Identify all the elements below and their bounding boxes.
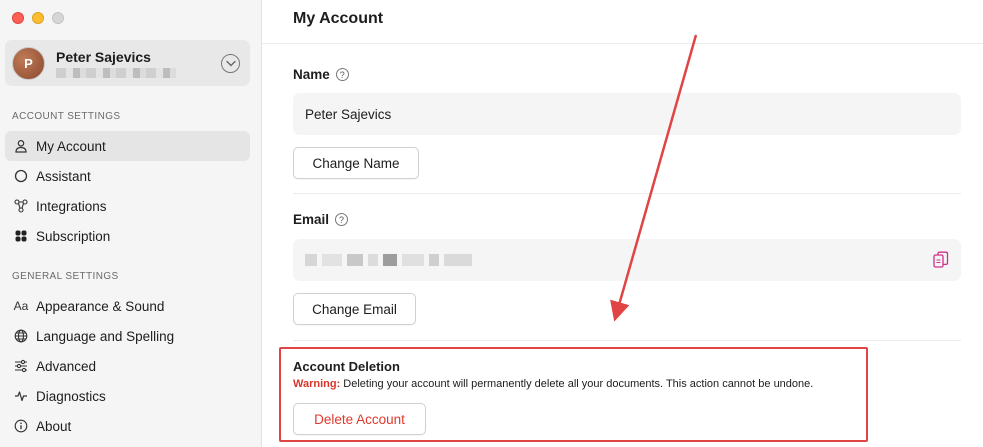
- account-settings-nav: My Account Assistant Integrations Subscr…: [5, 131, 250, 251]
- title-divider: [262, 43, 983, 44]
- name-field: Peter Sajevics: [293, 93, 961, 135]
- general-settings-nav: Aa Appearance & Sound Language and Spell…: [5, 291, 250, 441]
- deletion-warning: Warning: Deleting your account will perm…: [293, 378, 813, 390]
- text-aa-icon: Aa: [13, 299, 29, 313]
- sliders-icon: [13, 358, 29, 374]
- maximize-window-button[interactable]: [52, 12, 64, 24]
- sidebar-item-integrations[interactable]: Integrations: [5, 191, 250, 221]
- sidebar-item-label: My Account: [36, 138, 106, 154]
- window-controls: [12, 12, 64, 24]
- sidebar-item-label: Assistant: [36, 168, 91, 184]
- email-value-redacted: [305, 254, 472, 266]
- help-icon[interactable]: ?: [335, 68, 349, 81]
- sidebar-item-about[interactable]: About: [5, 411, 250, 441]
- warning-label: Warning:: [293, 378, 341, 390]
- sidebar-item-label: Integrations: [36, 198, 107, 214]
- sidebar-item-assistant[interactable]: Assistant: [5, 161, 250, 191]
- avatar: P: [12, 46, 45, 80]
- section-label-general-settings: GENERAL SETTINGS: [12, 271, 119, 282]
- sidebar-item-label: Advanced: [36, 358, 97, 374]
- email-field: [293, 239, 961, 281]
- integrations-icon: [13, 198, 29, 214]
- divider: [293, 193, 961, 194]
- close-window-button[interactable]: [12, 12, 24, 24]
- sidebar: P Peter Sajevics ACCOUNT SETTINGS My Acc…: [0, 0, 262, 447]
- globe-icon: [13, 328, 29, 344]
- name-value: Peter Sajevics: [305, 106, 392, 122]
- sidebar-item-label: Language and Spelling: [36, 328, 175, 344]
- name-label-text: Name: [293, 67, 330, 82]
- delete-account-button[interactable]: Delete Account: [293, 403, 426, 435]
- sidebar-item-subscription[interactable]: Subscription: [5, 221, 250, 251]
- sidebar-item-label: Diagnostics: [36, 388, 106, 404]
- sidebar-item-appearance-sound[interactable]: Aa Appearance & Sound: [5, 291, 250, 321]
- profile-email-redacted: [56, 67, 176, 78]
- page-title: My Account: [293, 10, 384, 27]
- pulse-icon: [13, 388, 29, 404]
- profile-switcher[interactable]: P Peter Sajevics: [5, 40, 250, 86]
- change-email-button[interactable]: Change Email: [293, 293, 416, 325]
- copy-icon[interactable]: [933, 251, 949, 272]
- subscription-icon: [13, 228, 29, 244]
- chevron-down-icon[interactable]: [221, 53, 240, 73]
- profile-text: Peter Sajevics: [56, 49, 221, 78]
- person-icon: [13, 138, 29, 154]
- main-panel: My Account Name ? Peter Sajevics Change …: [262, 0, 983, 447]
- sidebar-item-diagnostics[interactable]: Diagnostics: [5, 381, 250, 411]
- sidebar-item-label: Appearance & Sound: [36, 298, 165, 314]
- profile-name: Peter Sajevics: [56, 48, 151, 65]
- sidebar-item-advanced[interactable]: Advanced: [5, 351, 250, 381]
- minimize-window-button[interactable]: [32, 12, 44, 24]
- section-label-account-settings: ACCOUNT SETTINGS: [12, 111, 121, 122]
- sidebar-item-my-account[interactable]: My Account: [5, 131, 250, 161]
- sidebar-item-label: Subscription: [36, 228, 111, 244]
- change-name-button[interactable]: Change Name: [293, 147, 419, 179]
- account-deletion-title: Account Deletion: [293, 359, 400, 374]
- email-label: Email ?: [293, 212, 349, 227]
- help-icon[interactable]: ?: [335, 213, 349, 226]
- divider: [293, 340, 961, 341]
- settings-window: P Peter Sajevics ACCOUNT SETTINGS My Acc…: [0, 0, 983, 447]
- info-icon: [13, 418, 29, 434]
- sidebar-item-language-spelling[interactable]: Language and Spelling: [5, 321, 250, 351]
- name-label: Name ?: [293, 67, 349, 82]
- sidebar-item-label: About: [36, 418, 72, 434]
- warning-text: Deleting your account will permanently d…: [340, 378, 814, 390]
- circle-icon: [13, 168, 29, 184]
- email-label-text: Email: [293, 212, 330, 227]
